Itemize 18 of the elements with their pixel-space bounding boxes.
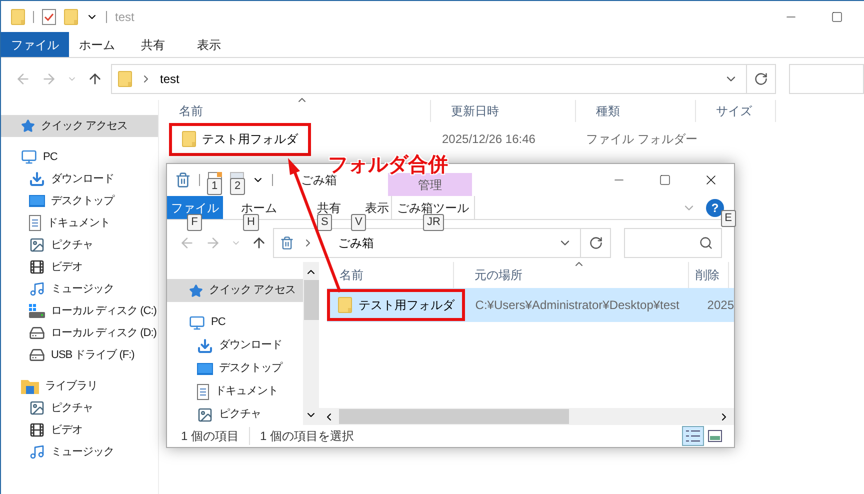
window-title: test: [115, 8, 134, 26]
keytip-tooltip: JR: [423, 214, 444, 231]
keytip-tooltip: H: [243, 214, 259, 231]
keytip-tooltip: 2: [230, 178, 245, 195]
keytip-tooltip: E: [720, 210, 736, 227]
keytip-tooltip: F: [187, 214, 202, 231]
keytip-tooltip: 1: [207, 178, 222, 195]
keytip-tooltip: V: [351, 214, 366, 231]
context-tab-group: 管理: [388, 173, 472, 196]
type-cell-text: ファイル フォルダー: [585, 131, 698, 148]
location-cell-text: C:¥Users¥Administrator¥Desktop¥test: [474, 297, 680, 314]
date-cell-text: 2025: [706, 297, 734, 314]
keytip-tooltip: S: [317, 214, 332, 231]
window-title: ごみ箱: [301, 173, 337, 189]
annotation-label: フォルダ合併: [328, 153, 448, 176]
status-text: 1 個の項目: [181, 428, 240, 445]
status-text: 1 個の項目を選択: [249, 427, 354, 445]
date-cell-text: 2025/12/26 16:46: [441, 131, 536, 148]
